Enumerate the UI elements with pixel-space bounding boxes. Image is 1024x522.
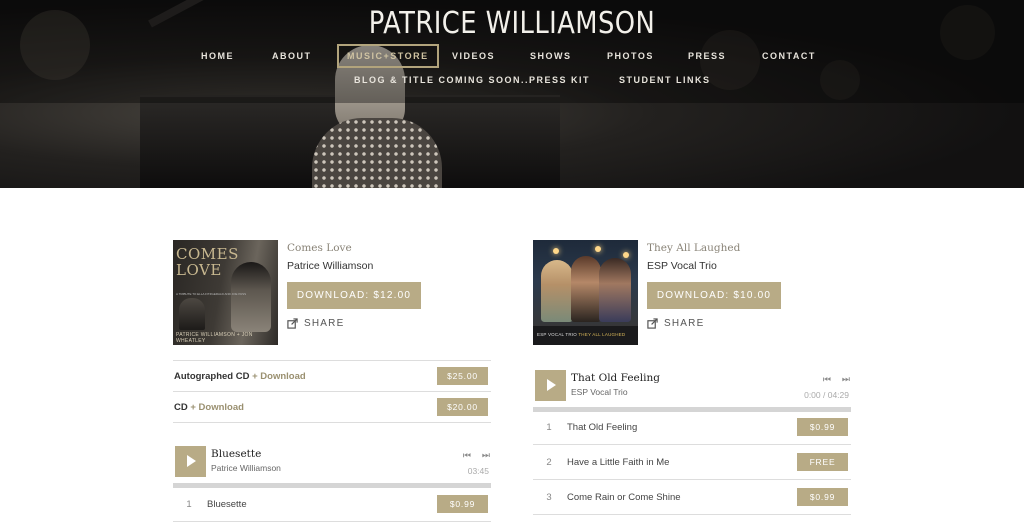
track-row[interactable]: 1 Bluesette $0.99 — [173, 487, 491, 522]
nav-press[interactable]: PRESS — [688, 44, 726, 68]
track-title: Bluesette — [211, 448, 262, 460]
option-price-button[interactable]: $20.00 — [437, 398, 488, 416]
option-price-button[interactable]: $25.00 — [437, 367, 488, 385]
track-price-button[interactable]: FREE — [797, 453, 848, 471]
nav-student-links[interactable]: STUDENT LINKS — [619, 68, 711, 92]
album-meta: They All Laughed ESP Vocal Trio DOWNLOAD… — [647, 240, 847, 329]
singer-dress — [312, 118, 442, 188]
track-number: 1 — [546, 421, 552, 433]
skip-back-icon[interactable]: ⏮ — [463, 450, 471, 461]
track-artist: ESP Vocal Trio — [571, 387, 628, 397]
nav-contact[interactable]: CONTACT — [762, 44, 816, 68]
track-row[interactable]: 1 That Old Feeling $0.99 — [533, 410, 851, 445]
nav-about[interactable]: ABOUT — [272, 44, 312, 68]
download-button[interactable]: DOWNLOAD: $12.00 — [287, 282, 421, 309]
nav-blog[interactable]: BLOG & TITLE COMING SOON... — [354, 68, 533, 92]
album-artist: Patrice Williamson — [287, 260, 374, 272]
nav-home[interactable]: HOME — [201, 44, 234, 68]
track-name: Come Rain or Come Shine — [567, 491, 681, 503]
skip-forward-icon[interactable]: ⏭ — [482, 450, 490, 461]
track-number: 1 — [186, 498, 192, 510]
option-row: CD + Download $20.00 — [173, 391, 491, 423]
hero-banner: PATRICE WILLIAMSON HOME ABOUT MUSIC+STOR… — [0, 0, 1024, 188]
share-label: SHARE — [304, 318, 345, 329]
nav-shows[interactable]: SHOWS — [530, 44, 572, 68]
track-title: That Old Feeling — [571, 372, 660, 384]
album-cover[interactable]: ESP VOCAL TRIO THEY ALL LAUGHED — [533, 240, 638, 345]
track-price-button[interactable]: $0.99 — [797, 488, 848, 506]
option-name: CD + Download — [174, 401, 244, 413]
option-name: Autographed CD + Download — [174, 370, 306, 382]
nav-press-kit[interactable]: PRESS KIT — [529, 68, 590, 92]
track-name: That Old Feeling — [567, 421, 638, 433]
cover-subtitle: A TRIBUTE TO ELLA FITZGERALD AND JOE PAS… — [176, 292, 247, 296]
cover-singer-1 — [541, 260, 573, 322]
nav-videos[interactable]: VIDEOS — [452, 44, 495, 68]
purchase-options: Autographed CD + Download $25.00 CD + Do… — [173, 360, 491, 423]
track-price-button[interactable]: $0.99 — [797, 418, 848, 436]
cover-singer-3 — [599, 258, 631, 322]
site-title[interactable]: PATRICE WILLIAMSON — [72, 6, 953, 41]
share-button[interactable]: SHARE — [287, 318, 487, 329]
album-artist: ESP Vocal Trio — [647, 260, 717, 272]
track-number: 3 — [546, 491, 552, 503]
cover-singer-2 — [571, 256, 601, 322]
track-row[interactable]: 3 Come Rain or Come Shine $0.99 — [533, 480, 851, 515]
track-time: 03:45 — [467, 466, 489, 476]
skip-back-icon[interactable]: ⏮ — [823, 374, 831, 385]
album-title: They All Laughed — [647, 242, 741, 254]
cover-guitarist — [179, 298, 205, 330]
skip-forward-icon[interactable]: ⏭ — [842, 374, 850, 385]
track-name: Bluesette — [207, 498, 247, 510]
share-icon — [647, 318, 658, 329]
share-button[interactable]: SHARE — [647, 318, 847, 329]
share-icon — [287, 318, 298, 329]
download-button[interactable]: DOWNLOAD: $10.00 — [647, 282, 781, 309]
track-number: 2 — [546, 456, 552, 468]
track-time: 0:00 / 04:29 — [804, 390, 849, 400]
track-price-button[interactable]: $0.99 — [437, 495, 488, 513]
play-icon[interactable] — [535, 370, 566, 401]
track-artist: Patrice Williamson — [211, 463, 281, 473]
cover-artists: PATRICE WILLIAMSON + JON WHEATLEY — [176, 332, 253, 344]
cover-title: COMES LOVE — [176, 245, 239, 279]
track-row[interactable]: 2 Have a Little Faith in Me FREE — [533, 445, 851, 480]
nav-music-store[interactable]: MUSIC+STORE — [337, 44, 439, 68]
play-icon[interactable] — [175, 446, 206, 477]
track-list: 1 That Old Feeling $0.99 2 Have a Little… — [533, 410, 851, 515]
album-title: Comes Love — [287, 242, 352, 254]
track-list: 1 Bluesette $0.99 — [173, 487, 491, 522]
album-cover[interactable]: COMES LOVE A TRIBUTE TO ELLA FITZGERALD … — [173, 240, 278, 345]
nav-photos[interactable]: PHOTOS — [607, 44, 654, 68]
cover-caption: ESP VOCAL TRIO THEY ALL LAUGHED — [537, 332, 626, 337]
share-label: SHARE — [664, 318, 705, 329]
album-meta: Comes Love Patrice Williamson DOWNLOAD: … — [287, 240, 487, 329]
track-name: Have a Little Faith in Me — [567, 456, 670, 468]
option-row: Autographed CD + Download $25.00 — [173, 360, 491, 391]
